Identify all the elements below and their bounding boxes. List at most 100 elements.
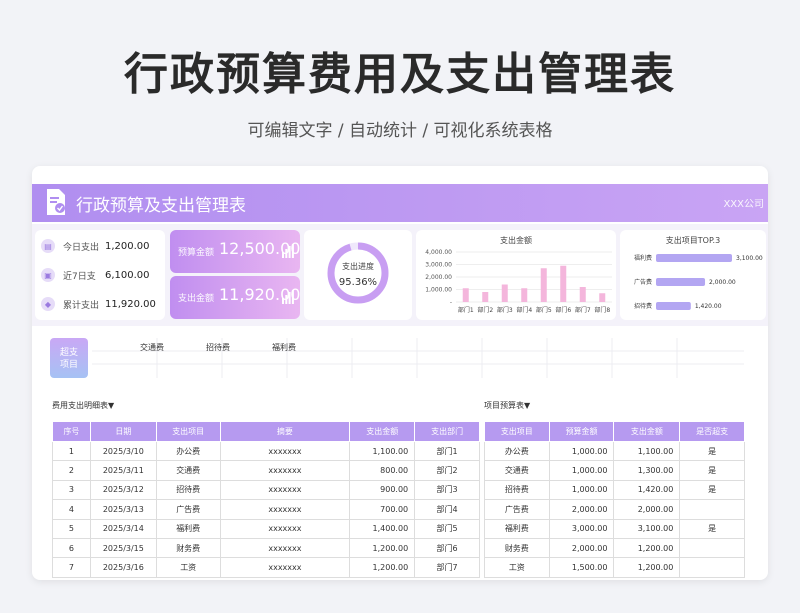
table-cell[interactable]: xxxxxxx [219,460,351,481]
table-cell[interactable]: 2,000.00 [548,537,615,559]
table-cell[interactable]: 广告费 [155,499,221,520]
company-name: XXX公司 [723,199,764,210]
bar-category-label: 广告费 [634,278,652,286]
table-cell[interactable]: xxxxxxx [219,518,351,539]
table-cell[interactable]: 700.00 [349,499,416,520]
detail-table-label[interactable]: 费用支出明细表▼ [52,400,114,411]
spend-chart-svg: 4,000.00 3,000.00 2,000.00 1,000.00 -部门1 部门2 部… [425,249,612,314]
budget-table: 支出项目 预算金额 支出金额 是否超支 办公费 1,000.00 1,100.00 是… [484,421,745,578]
table-cell[interactable]: 2,000.00 [613,499,681,520]
table-cell[interactable]: 1,300.00 [613,460,681,481]
table-cell[interactable]: 6 [52,537,91,559]
table-cell[interactable]: 是 [679,518,745,539]
table-cell[interactable]: 部门3 [414,479,480,501]
top3-chart: 支出项目TOP.3 福利费 3,100.00 广告费 2,000.00 招待费 1,420… [620,230,766,320]
table-cell[interactable]: 1,200.00 [349,557,416,578]
table-cell[interactable]: 2 [52,460,91,481]
table-cell[interactable]: 3 [52,479,91,501]
stat-label: 近7日支 [63,271,96,282]
stat-7days: ▣ 近7日支 6,100.00 [41,265,165,285]
table-cell[interactable]: 部门5 [414,518,480,539]
table-cell[interactable]: 1,000.00 [548,479,615,501]
top3-chart-svg: 福利费 3,100.00 广告费 2,000.00 招待费 1,420.00 [634,254,763,310]
x-tick-label: 部门6 [555,306,571,314]
table-cell[interactable]: 1,200.00 [613,537,681,559]
table-cell[interactable]: 2025/3/13 [89,499,157,520]
bar-category-label: 福利费 [634,254,652,262]
table-cell[interactable]: 1,400.00 [349,518,416,539]
column-header: 日期 [89,421,157,442]
table-cell[interactable]: 1,200.00 [349,537,416,559]
table-cell[interactable]: 7 [52,557,91,578]
dashboard: ▤ 今日支出 1,200.00 ▣ 近7日支 6,100.00 ◆ 累计支出 1… [32,224,768,326]
table-cell[interactable]: 2025/3/16 [89,557,157,578]
table-cell[interactable]: 是 [679,479,745,501]
table-cell[interactable]: 财务费 [155,537,221,559]
bars-icon [282,244,294,258]
table-cell[interactable]: xxxxxxx [219,440,351,462]
table-cell[interactable]: 2025/3/15 [89,537,157,559]
table-cell[interactable]: 1,100.00 [349,440,416,462]
table-cell[interactable]: 福利费 [484,518,550,539]
table-cell[interactable]: 部门2 [414,460,480,481]
table-cell[interactable] [679,557,745,578]
table-cell[interactable]: xxxxxxx [219,499,351,520]
table-cell[interactable]: 900.00 [349,479,416,501]
table-cell[interactable]: 部门7 [414,557,480,578]
table-cell[interactable]: 1,000.00 [548,460,615,481]
table-cell[interactable]: 1 [52,440,91,462]
bar-category-label: 招待费 [634,302,652,310]
table-cell[interactable]: 部门4 [414,499,480,520]
table-cell[interactable]: 2,000.00 [548,499,615,520]
table-cell[interactable]: 广告费 [484,499,550,520]
stack-icon: ◆ [41,297,55,311]
table-cell[interactable]: 招待费 [484,479,550,501]
bar [540,268,547,302]
table-cell[interactable]: 工资 [484,557,550,578]
table-cell[interactable]: 福利费 [155,518,221,539]
table-row: 1 2025/3/10 办公费 xxxxxxx 1,100.00 部门1 [52,440,480,462]
table-cell[interactable] [679,537,745,559]
budget-table-label[interactable]: 项目预算表▼ [484,400,530,411]
table-cell[interactable]: 办公费 [155,440,221,462]
table-cell[interactable]: 是 [679,460,745,481]
bar [656,278,706,286]
table-cell[interactable]: 3,100.00 [613,518,681,539]
table-cell[interactable]: 2025/3/14 [89,518,157,539]
table-cell[interactable]: 5 [52,518,91,539]
stat-today: ▤ 今日支出 1,200.00 [41,236,165,256]
table-cell[interactable]: 工资 [155,557,221,578]
table-cell[interactable]: 财务费 [484,537,550,559]
y-tick-label: 2,000.00 [425,274,452,281]
page-subtitle: 可编辑文字 / 自动统计 / 可视化系统表格 [247,121,553,141]
document-check-icon [47,189,65,215]
table-cell[interactable]: 交通费 [155,460,221,481]
table-cell[interactable] [679,499,745,520]
table-cell[interactable]: 2025/3/11 [89,460,157,481]
table-cell[interactable]: xxxxxxx [219,479,351,501]
bar [656,254,732,262]
table-cell[interactable]: 800.00 [349,460,416,481]
table-cell[interactable]: 1,000.00 [548,440,615,462]
table-cell[interactable]: 1,500.00 [548,557,615,578]
table-cell[interactable]: 4 [52,499,91,520]
table-cell[interactable]: xxxxxxx [219,537,351,559]
table-cell[interactable]: 是 [679,440,745,462]
table-cell[interactable]: xxxxxxx [219,557,351,578]
table-cell[interactable]: 交通费 [484,460,550,481]
table-cell[interactable]: 2025/3/10 [89,440,157,462]
table-cell[interactable]: 3,000.00 [548,518,615,539]
table-cell[interactable]: 2025/3/12 [89,479,157,501]
bar-value-label: 3,100.00 [736,255,763,262]
table-cell[interactable]: 办公费 [484,440,550,462]
sheet-title: 行政预算及支出管理表 [76,196,246,216]
table-cell[interactable]: 部门1 [414,440,480,462]
table-row: 工资 1,500.00 1,200.00 [484,557,745,578]
table-cell[interactable]: 1,420.00 [613,479,681,501]
stat-label: 累计支出 [63,300,100,311]
table-cell[interactable]: 招待费 [155,479,221,501]
table-cell[interactable]: 部门6 [414,537,480,559]
tag-line: 项目 [59,360,78,370]
table-cell[interactable]: 1,100.00 [613,440,681,462]
table-cell[interactable]: 1,200.00 [613,557,681,578]
